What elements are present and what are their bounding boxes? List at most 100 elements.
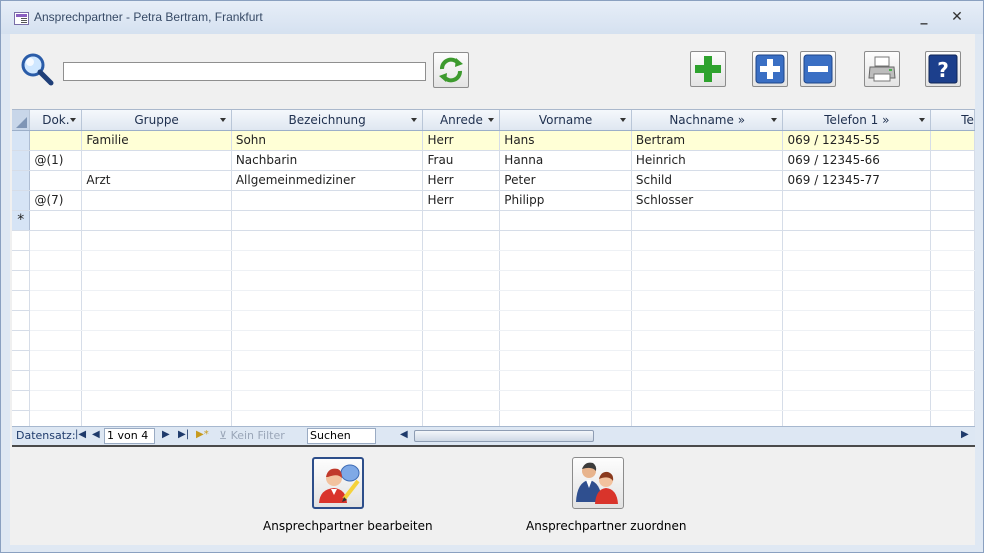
chevron-down-icon[interactable] [488,118,495,122]
table-cell[interactable] [231,190,424,211]
empty-cell [499,370,632,391]
record-position-field[interactable]: 1 von 4 [104,428,155,444]
table-cell[interactable] [29,210,83,231]
new-record-row[interactable]: * [12,210,975,231]
table-row[interactable]: @(7) Herr Philipp Schlosser [12,190,975,211]
minus-icon [803,54,833,84]
table-cell[interactable] [631,210,784,231]
table-cell[interactable]: Peter [499,170,632,191]
title-bar[interactable]: Ansprechpartner - Petra Bertram, Frankfu… [1,1,983,34]
table-cell[interactable]: Nachbarin [231,150,424,171]
new-record-icon[interactable]: ▶* [196,429,209,440]
table-cell[interactable]: Hanna [499,150,632,171]
table-row[interactable]: @(1) Nachbarin Frau Hanna Heinrich 069 / 1234… [12,150,975,171]
plus-button[interactable] [752,51,788,87]
table-cell[interactable] [499,210,632,231]
horizontal-scrollbar[interactable]: ◀ ▶ [398,428,974,444]
empty-cell [29,290,83,311]
table-cell[interactable] [29,130,83,151]
table-cell[interactable] [422,210,501,231]
close-button[interactable]: ✕ [946,7,968,27]
column-header-gruppe[interactable]: Gruppe [81,110,232,131]
empty-cell [782,410,932,426]
table-row[interactable]: Arzt Allgemeinmediziner Herr Peter Schild 069… [12,170,975,191]
table-cell[interactable]: Bertram [631,130,784,151]
chevron-down-icon[interactable] [219,118,226,122]
table-cell[interactable] [81,210,232,231]
column-header-telefon-1[interactable]: Telefon 1 » [782,110,932,131]
table-row[interactable]: Familie Sohn Herr Hans Bertram 069 / 12345-55 [12,130,975,151]
empty-cell [631,330,784,351]
minus-button[interactable] [800,51,836,87]
help-button[interactable]: ? [925,51,961,87]
column-header-nachname[interactable]: Nachname » [631,110,784,131]
column-header-vorname[interactable]: Vorname [499,110,632,131]
row-selector[interactable] [12,130,31,151]
chevron-down-icon[interactable] [619,118,626,122]
table-cell[interactable] [930,170,975,191]
table-cell[interactable] [782,190,932,211]
empty-cell [930,290,975,311]
table-cell[interactable] [930,150,975,171]
row-selector[interactable] [12,170,31,191]
table-cell[interactable]: Schild [631,170,784,191]
assign-contact-button[interactable] [572,457,624,509]
new-record-marker[interactable]: * [12,210,31,231]
column-header-telefon-2[interactable]: Te [930,110,975,131]
last-record-icon[interactable]: ▶| [178,429,189,440]
row-selector[interactable] [12,190,31,211]
add-button[interactable] [690,51,726,87]
table-cell[interactable] [81,190,232,211]
select-all-corner[interactable] [12,110,31,131]
search-input[interactable] [63,62,426,81]
table-cell[interactable]: Hans [499,130,632,151]
nav-search-input[interactable]: Suchen [307,428,376,444]
table-cell[interactable]: Sohn [231,130,424,151]
table-cell[interactable]: 069 / 12345-77 [782,170,932,191]
table-cell[interactable] [81,150,232,171]
minimize-button[interactable]: _ [913,7,935,27]
edit-contact-button[interactable] [312,457,364,509]
table-cell[interactable] [29,170,83,191]
table-cell[interactable]: @(7) [29,190,83,211]
filter-toggle[interactable]: ⊻ Kein Filter [219,429,285,442]
column-header-dok[interactable]: Dok. [29,110,83,131]
table-cell[interactable]: Philipp [499,190,632,211]
table-cell[interactable]: Heinrich [631,150,784,171]
refresh-button[interactable] [433,52,469,88]
table-cell[interactable] [930,130,975,151]
previous-record-icon[interactable]: ◀ [92,429,100,440]
chevron-down-icon[interactable] [411,118,418,122]
chevron-down-icon[interactable] [771,118,778,122]
next-record-icon[interactable]: ▶ [162,429,170,440]
chevron-down-icon[interactable] [919,118,926,122]
table-cell[interactable]: Herr [422,170,501,191]
add-icon [695,56,721,82]
table-cell[interactable]: @(1) [29,150,83,171]
empty-cell [29,410,83,426]
table-cell[interactable]: Familie [81,130,232,151]
column-header-bezeichnung[interactable]: Bezeichnung [231,110,424,131]
table-cell[interactable] [930,210,975,231]
scroll-left-icon[interactable]: ◀ [400,429,408,440]
first-record-icon[interactable]: |◀ [75,429,86,440]
table-cell[interactable]: Herr [422,190,501,211]
empty-cell [631,410,784,426]
table-cell[interactable]: 069 / 12345-66 [782,150,932,171]
empty-cell [499,310,632,331]
table-cell[interactable]: Schlosser [631,190,784,211]
table-cell[interactable]: Herr [422,130,501,151]
print-button[interactable] [864,51,900,87]
table-cell[interactable]: 069 / 12345-55 [782,130,932,151]
table-cell[interactable]: Frau [422,150,501,171]
column-header-anrede[interactable]: Anrede [422,110,501,131]
table-cell[interactable] [930,190,975,211]
table-cell[interactable]: Allgemeinmediziner [231,170,424,191]
row-selector[interactable] [12,150,31,171]
scroll-right-icon[interactable]: ▶ [961,429,969,440]
table-cell[interactable]: Arzt [81,170,232,191]
table-cell[interactable] [231,210,424,231]
chevron-down-icon[interactable] [70,118,77,122]
scroll-thumb[interactable] [414,430,594,442]
table-cell[interactable] [782,210,932,231]
